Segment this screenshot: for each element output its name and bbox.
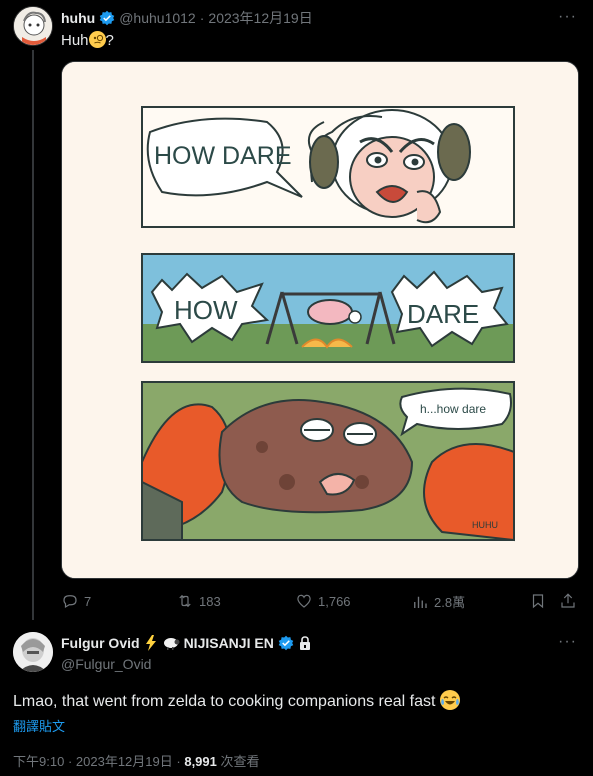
post-header: huhu @huhu1012 · 2023年12月19日 [61, 8, 313, 28]
sheep-icon [163, 638, 180, 650]
like-count: 1,766 [318, 593, 351, 609]
reply-text-body: Lmao, that went from zelda to cooking co… [13, 693, 436, 710]
bookmark-button[interactable] [529, 592, 547, 610]
repost-count: 183 [199, 593, 221, 609]
author-name[interactable]: huhu [61, 10, 95, 26]
like-button[interactable]: 1,766 [295, 592, 351, 610]
laughing-crying-emoji-icon [439, 690, 460, 710]
views-count: 2.8萬 [434, 595, 466, 610]
reply-count: 7 [84, 593, 92, 609]
views-icon [414, 596, 427, 608]
more-options-icon[interactable]: ··· [558, 633, 577, 651]
separator: · [176, 754, 181, 769]
panel2-left-text: HOW [174, 295, 238, 325]
views-button[interactable]: 2.8萬 [411, 592, 465, 611]
action-bar: 7 183 1,766 2.8萬 [61, 592, 579, 612]
like-icon [297, 594, 311, 608]
panel3-bubble-text: h...how dare [420, 402, 486, 416]
comic-image[interactable]: HOW DARE HOW DARE h...how dare HUHU [61, 61, 579, 579]
post-date[interactable]: 2023年12月19日 [76, 754, 173, 769]
separator: · [67, 754, 73, 769]
reply-text: Lmao, that went from zelda to cooking co… [13, 690, 460, 711]
lightning-icon [145, 635, 156, 651]
verified-badge-icon [278, 635, 294, 651]
comic-panel-3: h...how dare HUHU [141, 381, 515, 542]
avatar-huhu[interactable] [13, 6, 53, 46]
repost-button[interactable]: 183 [176, 592, 221, 610]
views-label: 次查看 [220, 754, 260, 769]
comic-panel-1: HOW DARE [141, 106, 515, 228]
reply-icon [63, 595, 77, 609]
verified-badge-icon [99, 10, 115, 26]
post-metadata: 下午9:10 · 2023年12月19日 · 8,991 次查看 [13, 751, 260, 770]
avatar-fulgur-ovid[interactable] [13, 632, 53, 672]
author-handle[interactable]: @huhu1012 [119, 10, 196, 26]
comic-signature: HUHU [472, 520, 498, 530]
author-handle[interactable]: @Fulgur_Ovid [61, 656, 151, 672]
lock-icon [299, 635, 310, 650]
author-name[interactable]: Fulgur Ovid [61, 635, 140, 651]
post-text-body: Huh [61, 32, 89, 49]
panel1-bubble-text: HOW DARE [154, 142, 292, 170]
post-text: Huh? [61, 31, 114, 49]
bookmark-icon [532, 594, 544, 609]
panel2-right-text: DARE [407, 299, 479, 329]
more-options-icon[interactable]: ··· [558, 8, 577, 26]
share-button[interactable] [559, 592, 577, 610]
post-date[interactable]: 2023年12月19日 [208, 8, 312, 28]
post-text-suffix: ? [105, 32, 114, 49]
separator: · [199, 10, 205, 26]
views-count: 8,991 [184, 754, 217, 769]
translate-post-link[interactable]: 翻譯貼文 [13, 716, 65, 735]
comic-panel-2: HOW DARE [141, 253, 515, 363]
repost-icon [179, 594, 191, 608]
post-time[interactable]: 下午9:10 [13, 754, 64, 769]
reply-header: Fulgur Ovid NIJISANJI EN [61, 635, 312, 651]
share-icon [561, 593, 575, 608]
post-huhu: huhu @huhu1012 · 2023年12月19日 ··· Huh? HO… [0, 0, 593, 622]
author-suffix[interactable]: NIJISANJI EN [184, 635, 274, 651]
reply-button[interactable]: 7 [61, 592, 91, 610]
face-with-monocle-emoji-icon [88, 31, 106, 48]
